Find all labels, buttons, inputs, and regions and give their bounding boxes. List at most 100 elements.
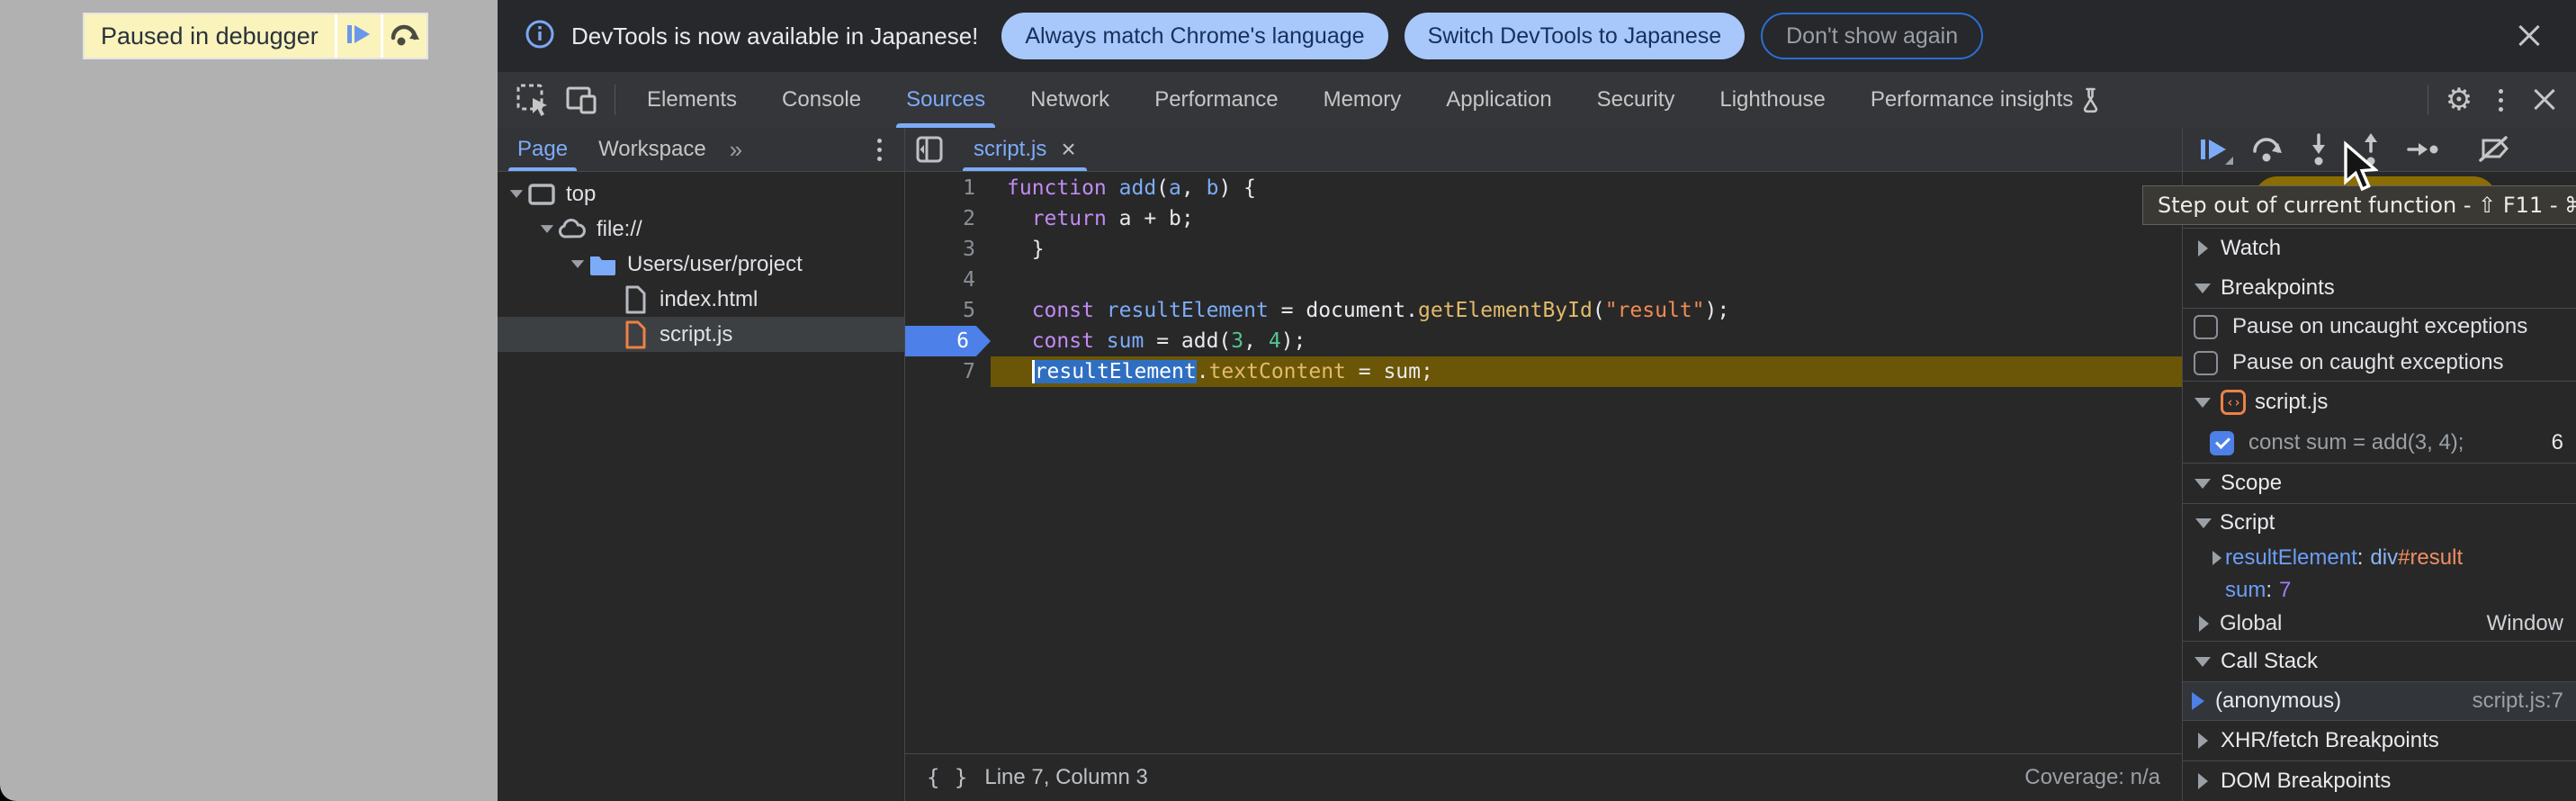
expanded-arrow-icon[interactable] <box>537 224 557 234</box>
toggle-navigator-panel-button[interactable] <box>905 133 954 166</box>
step-button[interactable] <box>2399 130 2447 169</box>
tab-network[interactable]: Network <box>1008 72 1132 128</box>
line-number[interactable]: 7 <box>905 356 991 387</box>
more-options-icon[interactable] <box>2481 72 2520 128</box>
more-tabs-chevron-icon[interactable]: » <box>723 136 747 164</box>
code-line-4[interactable]: 4 <box>905 265 2182 295</box>
editor-tab-scriptjs[interactable]: script.js × <box>954 128 1096 171</box>
settings-gear-icon[interactable]: ⚙ <box>2437 82 2481 118</box>
tab-performance-insights[interactable]: Performance insights <box>1848 72 2128 128</box>
frame-icon <box>526 181 557 208</box>
expanded-arrow-icon[interactable] <box>568 259 588 269</box>
deactivate-breakpoints-button[interactable] <box>2470 130 2518 169</box>
pause-caught-checkbox[interactable] <box>2194 351 2218 375</box>
scope-global-value: Window <box>2487 611 2563 636</box>
step-over-button[interactable] <box>2242 130 2291 169</box>
pause-caught-row[interactable]: Pause on caught exceptions <box>2183 345 2576 381</box>
breakpoint-group-scriptjs[interactable]: ‹› script.js <box>2183 382 2576 423</box>
code-area[interactable]: 1function add(a, b) {2 return a + b;3 }4… <box>905 172 2182 753</box>
step-icon <box>2406 135 2440 164</box>
watch-label: Watch <box>2221 236 2281 261</box>
tab-label: Sources <box>906 87 985 112</box>
code-line-text: function add(a, b) { <box>991 173 2182 203</box>
tab-performance[interactable]: Performance <box>1132 72 1300 128</box>
section-dom-breakpoints[interactable]: DOM Breakpoints <box>2183 761 2576 801</box>
inspect-element-button[interactable] <box>508 72 557 128</box>
tree-item-script-js[interactable]: script.js <box>498 317 904 352</box>
dont-show-again-button[interactable]: Don't show again <box>1761 13 1983 59</box>
breakpoint-entry[interactable]: const sum = add(3, 4); 6 <box>2183 423 2576 463</box>
scope-var-sum[interactable]: sum:7 <box>2183 574 2576 607</box>
section-xhr-breakpoints[interactable]: XHR/fetch Breakpoints <box>2183 721 2576 760</box>
step-into-button[interactable] <box>2294 130 2343 169</box>
scope-script-group[interactable]: Script <box>2183 504 2576 542</box>
line-number[interactable]: 5 <box>905 295 991 326</box>
tree-item-label: index.html <box>660 287 758 312</box>
line-number[interactable]: 4 <box>905 265 991 295</box>
panel-toggle-icon <box>913 133 946 166</box>
tab-console[interactable]: Console <box>759 72 884 128</box>
editor-tabstrip: script.js × <box>905 128 2182 172</box>
line-number[interactable]: 2 <box>905 203 991 234</box>
section-breakpoints[interactable]: Breakpoints <box>2183 268 2576 308</box>
devtools-close-button[interactable] <box>2520 72 2569 128</box>
section-call-stack[interactable]: Call Stack <box>2183 642 2576 681</box>
resume-button[interactable] <box>2190 130 2239 169</box>
scope-global-group[interactable]: Global Window <box>2183 607 2576 641</box>
toggle-device-toolbar-button[interactable] <box>557 72 606 128</box>
pause-uncaught-checkbox[interactable] <box>2194 315 2218 339</box>
breakpoint-badge[interactable]: 6 <box>905 326 991 356</box>
collapsed-arrow-icon <box>2194 240 2212 256</box>
code-line-text: const resultElement = document.getElemen… <box>991 295 2182 326</box>
expanded-arrow-icon <box>2195 518 2212 528</box>
switch-to-japanese-button[interactable]: Switch DevTools to Japanese <box>1405 13 1746 59</box>
tab-page[interactable]: Page <box>503 128 582 171</box>
line-number[interactable]: 3 <box>905 234 991 265</box>
navigator-menu-icon[interactable] <box>859 139 899 161</box>
tree-item-users-user-project[interactable]: Users/user/project <box>498 247 904 282</box>
code-line-6[interactable]: 6 const sum = add(3, 4); <box>905 326 2182 356</box>
tab-elements[interactable]: Elements <box>624 72 759 128</box>
tab-application[interactable]: Application <box>1423 72 1574 128</box>
tab-workspace[interactable]: Workspace <box>584 128 721 171</box>
collapsed-arrow-icon <box>2194 733 2212 749</box>
scope-var-resultelement[interactable]: resultElement:div#result <box>2183 542 2576 574</box>
tree-item-index-html[interactable]: index.html <box>498 282 904 317</box>
step-over-button[interactable] <box>381 14 426 58</box>
code-line-5[interactable]: 5 const resultElement = document.getElem… <box>905 295 2182 326</box>
breakpoint-checkbox[interactable] <box>2210 431 2234 455</box>
tree-item-top[interactable]: top <box>498 176 904 212</box>
tab-lighthouse[interactable]: Lighthouse <box>1697 72 1847 128</box>
long-press-indicator <box>2225 157 2233 165</box>
code-line-3[interactable]: 3 } <box>905 234 2182 265</box>
tab-close-icon[interactable]: × <box>1061 135 1075 164</box>
notification-close-button[interactable] <box>2509 16 2549 56</box>
file-tree: topfile://Users/user/project index.html sc… <box>498 172 904 352</box>
section-scope[interactable]: Scope <box>2183 464 2576 503</box>
folder-icon <box>588 253 618 276</box>
paused-banner-label: Paused in debugger <box>85 14 335 58</box>
close-icon <box>2517 23 2542 49</box>
pretty-print-icon[interactable]: { } <box>927 765 968 790</box>
section-watch[interactable]: Watch <box>2183 229 2576 268</box>
pause-uncaught-row[interactable]: Pause on uncaught exceptions <box>2183 309 2576 345</box>
tab-security[interactable]: Security <box>1575 72 1698 128</box>
code-line-2[interactable]: 2 return a + b; <box>905 203 2182 234</box>
code-line-7[interactable]: 7 resultElement.textContent = sum; <box>905 356 2182 387</box>
tab-sources[interactable]: Sources <box>884 72 1008 128</box>
tab-memory[interactable]: Memory <box>1301 72 1424 128</box>
call-stack-frame[interactable]: (anonymous) script.js:7 <box>2183 682 2576 720</box>
expanded-arrow-icon[interactable] <box>507 189 526 199</box>
line-number[interactable]: 1 <box>905 173 991 203</box>
expanded-arrow-icon <box>2194 398 2212 408</box>
always-match-language-button[interactable]: Always match Chrome's language <box>1001 13 1387 59</box>
notification-message: DevTools is now available in Japanese! <box>571 22 978 50</box>
code-line-1[interactable]: 1function add(a, b) { <box>905 173 2182 203</box>
code-line-text <box>991 265 2182 295</box>
tab-label: Network <box>1030 87 1109 112</box>
collapsed-arrow-icon <box>2195 616 2212 632</box>
pause-uncaught-label: Pause on uncaught exceptions <box>2232 314 2527 339</box>
info-icon <box>525 19 555 54</box>
resume-script-button[interactable] <box>335 14 381 58</box>
tree-item-file-[interactable]: file:// <box>498 212 904 247</box>
